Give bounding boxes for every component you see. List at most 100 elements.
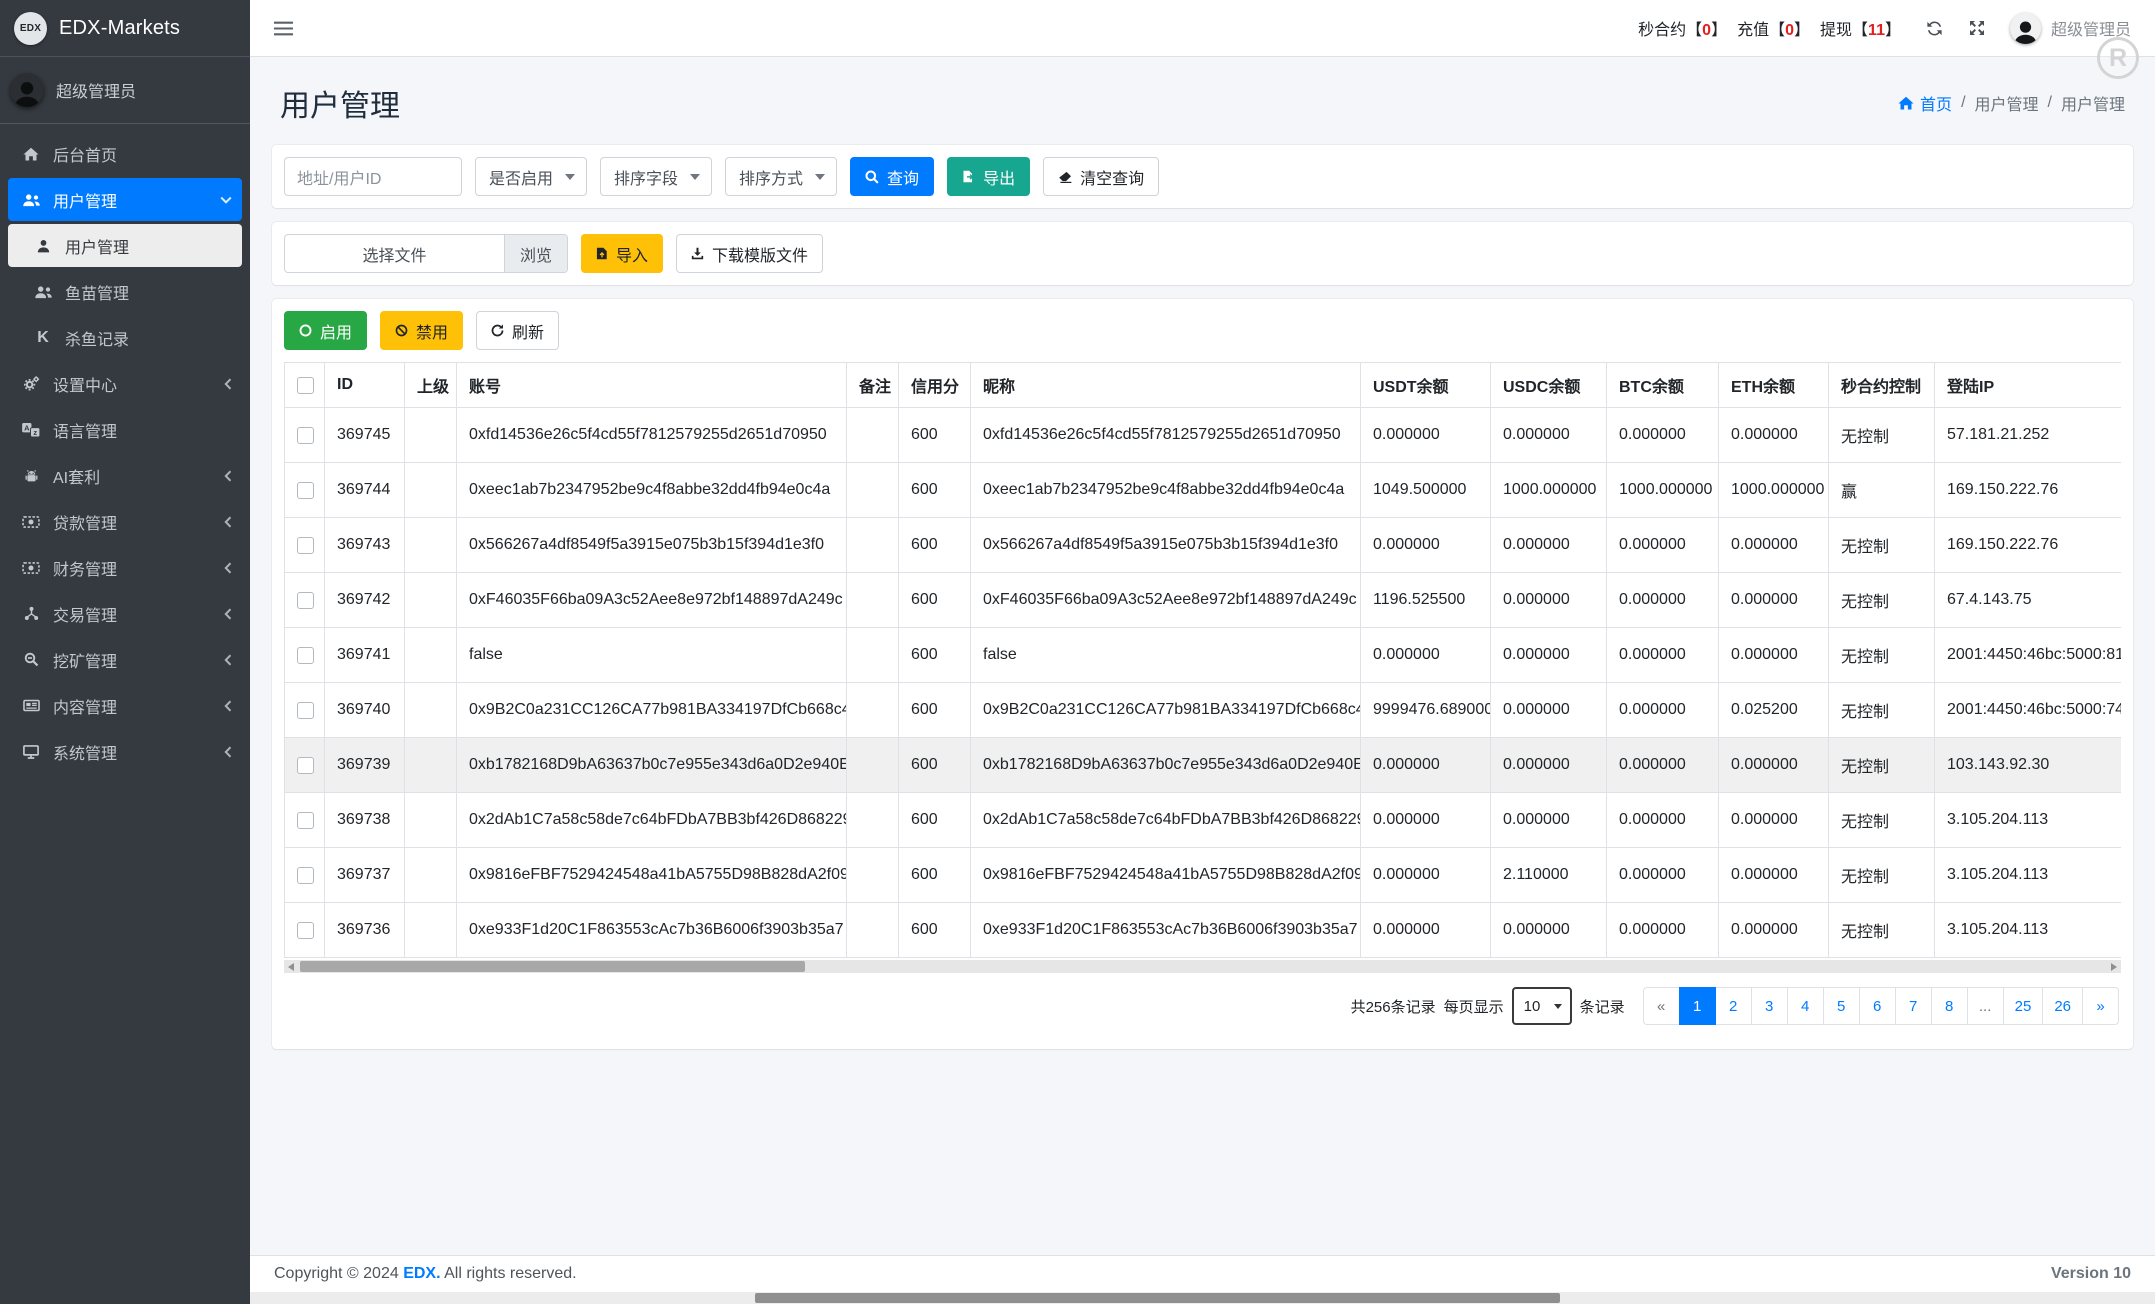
row-checkbox[interactable] xyxy=(297,812,314,829)
cell-control: 无控制 xyxy=(1829,683,1935,738)
row-checkbox[interactable] xyxy=(297,867,314,884)
sidebar-item[interactable]: Az语言管理 xyxy=(8,408,242,451)
fullscreen-icon[interactable] xyxy=(1968,19,1986,37)
cell-id: 369739 xyxy=(325,738,405,793)
row-checkbox[interactable] xyxy=(297,592,314,609)
refresh-table-button[interactable]: 刷新 xyxy=(476,311,559,350)
page-button[interactable]: 6 xyxy=(1859,987,1896,1025)
users-icon xyxy=(18,193,44,207)
breadcrumb-home-link[interactable]: 首页 xyxy=(1898,91,1952,115)
sidebar-item[interactable]: 挖矿管理 xyxy=(8,638,242,681)
row-checkbox[interactable] xyxy=(297,757,314,774)
download-template-button[interactable]: 下载模版文件 xyxy=(676,234,823,273)
page-size-select[interactable]: 10 xyxy=(1512,987,1572,1025)
page-button[interactable]: 26 xyxy=(2042,987,2083,1025)
sidebar-item[interactable]: 用户管理 xyxy=(8,178,242,221)
sidebar-item[interactable]: 用户管理 xyxy=(8,224,242,267)
order-stats[interactable]: 秒合约【0】充值【0】提现【11】 xyxy=(1638,16,1901,40)
chevron-left-icon xyxy=(224,470,232,482)
search-input[interactable]: 地址/用户ID xyxy=(284,157,462,196)
page-next-button[interactable]: » xyxy=(2082,987,2119,1025)
export-button[interactable]: 导出 xyxy=(947,157,1030,196)
row-checkbox[interactable] xyxy=(297,922,314,939)
cell-account: 0x2dAb1C7a58c58de7c64bFDbA7BB3bf426D8682… xyxy=(457,793,847,848)
import-button[interactable]: 导入 xyxy=(581,234,663,273)
top-navbar: 秒合约【0】充值【0】提现【11】 超级管理员 xyxy=(250,0,2155,57)
brand[interactable]: EDX EDX-Markets xyxy=(0,0,250,57)
page-scrollbar[interactable] xyxy=(250,1292,2155,1304)
page-button[interactable]: 3 xyxy=(1751,987,1788,1025)
query-button[interactable]: 查询 xyxy=(850,157,934,196)
sidebar-item[interactable]: 鱼苗管理 xyxy=(8,270,242,313)
clear-query-button[interactable]: 清空查询 xyxy=(1043,157,1159,196)
cell-btc: 1000.000000 xyxy=(1607,463,1719,518)
chevron-left-icon xyxy=(224,654,232,666)
cell-eth: 1000.000000 xyxy=(1719,463,1829,518)
sidebar-item[interactable]: 财务管理 xyxy=(8,546,242,589)
cell-usdt: 9999476.689000 xyxy=(1361,683,1491,738)
select-all-checkbox[interactable] xyxy=(297,377,314,394)
page-scrollbar-thumb[interactable] xyxy=(755,1293,1560,1303)
page-button[interactable]: 7 xyxy=(1895,987,1932,1025)
refresh-icon[interactable] xyxy=(1925,19,1944,38)
cell-usdc: 0.000000 xyxy=(1491,793,1607,848)
sidebar-item[interactable]: 交易管理 xyxy=(8,592,242,635)
cell-ip: 169.150.222.76 xyxy=(1935,518,2122,573)
cell-ip: 57.181.21.252 xyxy=(1935,408,2122,463)
browse-button[interactable]: 浏览 xyxy=(504,235,567,272)
row-checkbox[interactable] xyxy=(297,537,314,554)
row-checkbox[interactable] xyxy=(297,702,314,719)
page-button[interactable]: 25 xyxy=(2003,987,2044,1025)
stat-badge[interactable]: 充值【0】 xyxy=(1737,16,1810,40)
sidebar-item[interactable]: K杀鱼记录 xyxy=(8,316,242,359)
sidebar-item[interactable]: 系统管理 xyxy=(8,730,242,773)
search-icon xyxy=(865,170,879,184)
sort-order-select[interactable]: 排序方式 xyxy=(725,157,837,196)
row-checkbox[interactable] xyxy=(297,482,314,499)
page-prev-button[interactable]: « xyxy=(1643,987,1680,1025)
sidebar-item[interactable]: 设置中心 xyxy=(8,362,242,405)
column-header: ID xyxy=(325,363,405,408)
scrollbar-thumb[interactable] xyxy=(300,961,805,972)
cell-usdt: 1196.525500 xyxy=(1361,573,1491,628)
sidebar-item[interactable]: 贷款管理 xyxy=(8,500,242,543)
page-button[interactable]: 5 xyxy=(1823,987,1860,1025)
enable-button[interactable]: 启用 xyxy=(284,311,367,350)
menu-toggle-icon[interactable] xyxy=(274,21,293,36)
stat-badge[interactable]: 提现【11】 xyxy=(1820,16,1901,40)
page-button[interactable]: 4 xyxy=(1787,987,1824,1025)
cell-eth: 0.000000 xyxy=(1719,848,1829,903)
cell-parent xyxy=(405,683,457,738)
sort-field-select[interactable]: 排序字段 xyxy=(600,157,712,196)
refresh-icon xyxy=(491,324,504,337)
sidebar-item[interactable]: 内容管理 xyxy=(8,684,242,727)
table-scrollbar[interactable] xyxy=(284,960,2121,973)
sidebar-item-label: AI套利 xyxy=(53,464,100,488)
stat-badge[interactable]: 秒合约【0】 xyxy=(1638,16,1727,40)
cell-usdt: 0.000000 xyxy=(1361,628,1491,683)
disable-button[interactable]: 禁用 xyxy=(380,311,463,350)
download-icon xyxy=(691,247,704,260)
circle-icon xyxy=(299,324,312,337)
scroll-left-icon[interactable] xyxy=(288,963,294,971)
chevron-left-icon xyxy=(224,608,232,620)
footer-brand-link[interactable]: EDX. xyxy=(403,1265,440,1282)
cell-id: 369744 xyxy=(325,463,405,518)
page-button[interactable]: 1 xyxy=(1679,987,1716,1025)
page-button[interactable]: 8 xyxy=(1931,987,1968,1025)
file-input[interactable]: 选择文件 浏览 xyxy=(284,234,568,273)
sidebar-user-panel[interactable]: 超级管理员 xyxy=(0,57,250,124)
enabled-filter-select[interactable]: 是否启用 xyxy=(475,157,587,196)
pagination: «12345678...2526» xyxy=(1643,987,2119,1025)
page-button[interactable]: 2 xyxy=(1715,987,1752,1025)
row-checkbox[interactable] xyxy=(297,427,314,444)
chevron-down-icon xyxy=(815,174,825,180)
scroll-right-icon[interactable] xyxy=(2111,963,2117,971)
cell-parent xyxy=(405,628,457,683)
cell-nickname: 0x2dAb1C7a58c58de7c64bFDbA7BB3bf426D8682… xyxy=(971,793,1361,848)
file-import-icon xyxy=(596,247,608,260)
row-checkbox[interactable] xyxy=(297,647,314,664)
cell-nickname: 0xfd14536e26c5f4cd55f7812579255d2651d709… xyxy=(971,408,1361,463)
sidebar-item[interactable]: AI套利 xyxy=(8,454,242,497)
sidebar-item[interactable]: 后台首页 xyxy=(8,132,242,175)
